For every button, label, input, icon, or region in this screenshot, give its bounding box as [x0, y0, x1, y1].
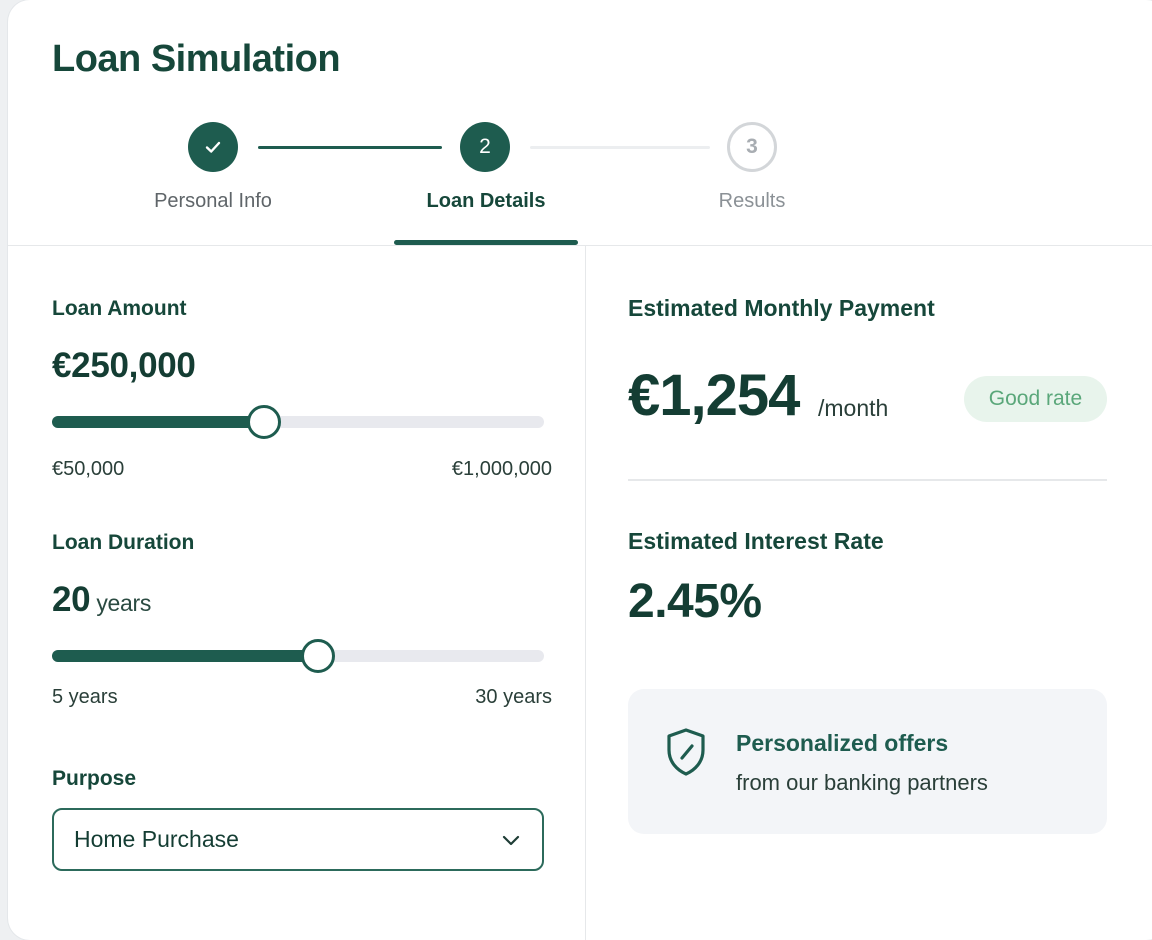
column-divider — [585, 246, 586, 940]
loan-simulation-card: Loan Simulation 2 3 Personal Info Loan D… — [8, 0, 1152, 940]
loan-duration-max-label: 30 years — [475, 686, 552, 708]
loan-duration-number: 20 — [52, 580, 91, 619]
offer-subtitle: from our banking partners — [736, 770, 988, 795]
loan-amount-label: Loan Amount — [52, 297, 187, 320]
step-personal-info-indicator[interactable] — [188, 122, 238, 172]
purpose-select[interactable]: Home Purchase — [52, 808, 544, 871]
loan-duration-slider-thumb[interactable] — [300, 639, 335, 673]
loan-duration-value: 20 years — [52, 580, 151, 620]
check-icon — [205, 141, 221, 153]
loan-amount-value: €250,000 — [52, 346, 196, 385]
step-results-indicator[interactable]: 3 — [727, 122, 777, 172]
personalized-offers-card[interactable]: Personalized offers from our banking par… — [628, 689, 1107, 834]
loan-duration-label: Loan Duration — [52, 531, 195, 554]
purpose-label: Purpose — [52, 767, 137, 790]
interest-rate-label: Estimated Interest Rate — [628, 528, 884, 554]
step-connector-upcoming — [530, 146, 710, 149]
step-label-personal-info[interactable]: Personal Info — [103, 190, 323, 213]
monthly-payment-value: €1,254 — [628, 363, 800, 428]
loan-amount-max-label: €1,000,000 — [451, 458, 552, 480]
shield-icon — [667, 728, 705, 776]
loan-duration-min-label: 5 years — [52, 686, 118, 708]
chevron-down-icon — [502, 835, 520, 845]
rate-quality-badge: Good rate — [964, 376, 1107, 422]
header-divider — [8, 245, 1152, 246]
loan-amount-slider-thumb[interactable] — [246, 405, 281, 439]
loan-amount-min-label: €50,000 — [52, 458, 125, 480]
monthly-payment-unit: /month — [818, 395, 889, 421]
loan-duration-slider-fill — [52, 650, 318, 662]
interest-rate-value: 2.45% — [628, 575, 762, 628]
loan-duration-unit: years — [96, 590, 152, 616]
loan-amount-slider[interactable] — [52, 405, 544, 439]
results-divider — [628, 479, 1107, 481]
step-label-loan-details[interactable]: Loan Details — [376, 190, 596, 213]
step-loan-details-indicator[interactable]: 2 — [460, 122, 510, 172]
loan-duration-slider[interactable] — [52, 639, 544, 673]
monthly-payment-label: Estimated Monthly Payment — [628, 295, 935, 321]
offer-title: Personalized offers — [736, 730, 949, 756]
page-title: Loan Simulation — [52, 38, 341, 80]
loan-amount-slider-fill — [52, 416, 264, 428]
step-connector-completed — [258, 146, 442, 149]
purpose-selected-value: Home Purchase — [74, 826, 239, 852]
step-label-results[interactable]: Results — [642, 190, 862, 213]
